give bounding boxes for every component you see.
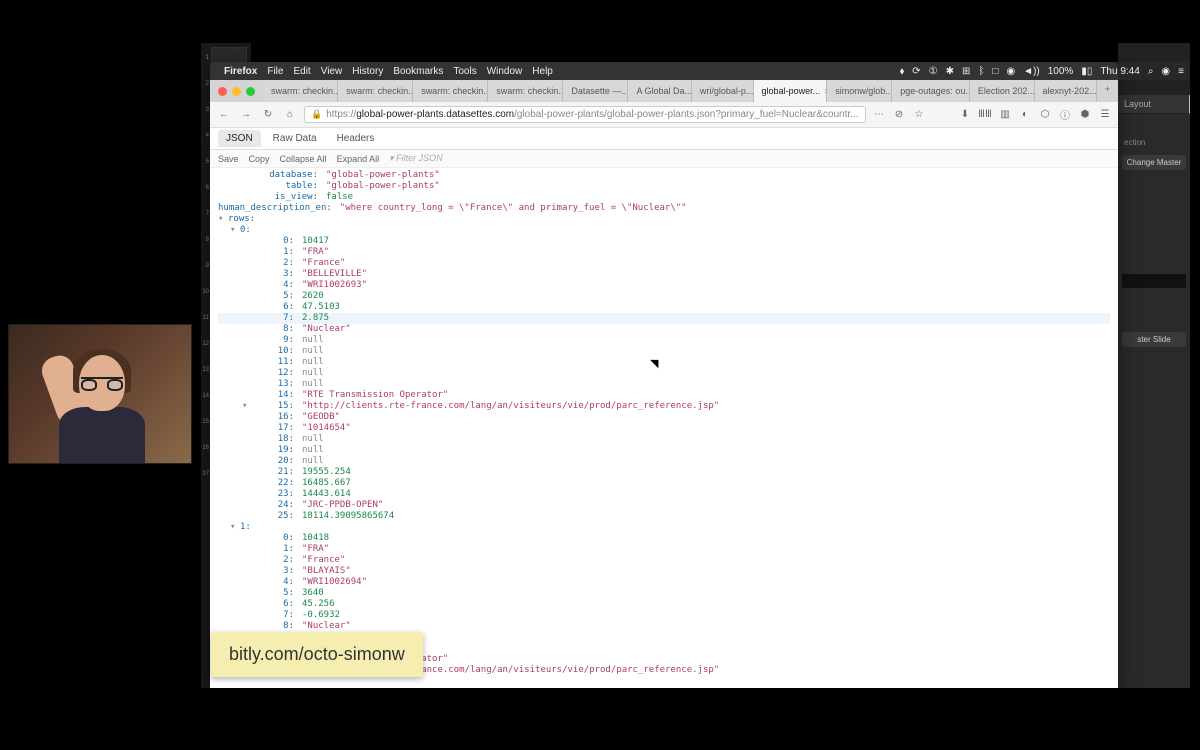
change-master-button[interactable]: Change Master [1122, 155, 1186, 170]
copy-action[interactable]: Copy [249, 154, 270, 164]
extension-icon[interactable]: ⓘ [1058, 107, 1072, 122]
grid-icon[interactable]: ⊞ [962, 66, 970, 77]
sidebar-icon[interactable]: ▥ [998, 109, 1012, 120]
browser-toolbar: ← → ↻ ⌂ 🔒 https://global-power-plants.da… [210, 102, 1118, 128]
menu-icon[interactable]: ☰ [1098, 109, 1112, 120]
presenter-silhouette [49, 345, 149, 464]
browser-tab[interactable]: alexnyt-202... [1035, 80, 1097, 102]
browser-tab[interactable]: pge-outages: ou... [892, 80, 970, 102]
list-icon[interactable]: ≡ [1178, 66, 1184, 77]
address-bar[interactable]: 🔒 https://global-power-plants.datasettes… [304, 106, 866, 123]
browser-tab-active[interactable]: global-power...× [754, 80, 828, 102]
battery-icon[interactable]: ▮▯ [1081, 66, 1092, 77]
keynote-inspector-panel: + Layout ection Change Master ster Slide [1118, 43, 1190, 688]
browser-tab[interactable]: simonw/glob... [827, 80, 892, 102]
wifi-icon[interactable]: ◉ [1006, 66, 1015, 77]
filter-json-input[interactable]: ▾ Filter JSON [389, 153, 443, 164]
menu-edit[interactable]: Edit [293, 66, 310, 77]
inspector-section-label: ection [1118, 134, 1190, 151]
reload-button[interactable]: ↻ [260, 109, 276, 120]
close-window-icon[interactable] [218, 87, 227, 96]
siri-icon[interactable]: ◉ [1161, 66, 1170, 77]
bookmark-star-icon[interactable]: ☆ [912, 109, 926, 120]
mouse-cursor-icon: ◥ [650, 357, 658, 370]
browser-tab[interactable]: swarm: checkin... [488, 80, 563, 102]
dropbox-icon[interactable]: ⬧ [900, 66, 905, 77]
browser-tab[interactable]: wri/global-p... [692, 80, 754, 102]
evernote-icon[interactable]: ✱ [946, 66, 954, 77]
sync-icon[interactable]: ⟳ [912, 66, 920, 77]
app-icon[interactable]: □ [992, 66, 998, 77]
menu-view[interactable]: View [321, 66, 343, 77]
json-tab[interactable]: JSON [218, 130, 261, 147]
app-name[interactable]: Firefox [224, 66, 257, 77]
macos-menubar: Firefox File Edit View History Bookmarks… [210, 62, 1190, 80]
collapse-all-action[interactable]: Collapse All [280, 154, 327, 164]
back-button[interactable]: ← [216, 109, 232, 120]
menu-window[interactable]: Window [487, 66, 523, 77]
battery-percent[interactable]: 100% [1048, 66, 1074, 77]
forward-button[interactable]: → [238, 109, 254, 120]
inspector-tab-layout[interactable]: Layout [1118, 95, 1190, 114]
minimize-window-icon[interactable] [232, 87, 241, 96]
json-viewer-actions: Save Copy Collapse All Expand All ▾ Filt… [210, 150, 1118, 168]
new-tab-button[interactable]: + [1097, 80, 1118, 102]
browser-tab[interactable]: Election 202... [970, 80, 1035, 102]
menu-history[interactable]: History [352, 66, 383, 77]
search-icon[interactable]: ⌕ [1148, 66, 1154, 77]
presenter-webcam [8, 324, 192, 464]
extension-icon[interactable]: ⬡ [1038, 109, 1052, 120]
save-action[interactable]: Save [218, 154, 239, 164]
volume-icon[interactable]: ◄)) [1023, 66, 1040, 77]
firefox-window: swarm: checkin... swarm: checkin... swar… [210, 62, 1118, 688]
page-actions-icon[interactable]: ⋯ [872, 109, 886, 120]
browser-tab[interactable]: Datasette —... [563, 80, 628, 102]
browser-tab[interactable]: swarm: checkin... [263, 80, 338, 102]
expand-all-action[interactable]: Expand All [337, 154, 380, 164]
json-viewer-tabs: JSON Raw Data Headers [210, 128, 1118, 150]
home-button[interactable]: ⌂ [282, 109, 298, 120]
downloads-icon[interactable]: ⬇ [958, 109, 972, 120]
browser-tab[interactable]: swarm: checkin... [413, 80, 488, 102]
raw-data-tab[interactable]: Raw Data [265, 130, 325, 147]
pocket-icon[interactable]: ⬢ [1078, 109, 1092, 120]
window-controls [210, 80, 263, 102]
clock-icon[interactable]: ① [929, 66, 938, 77]
json-tree-view[interactable]: database:"global-power-plants"table:"glo… [210, 168, 1118, 688]
bluetooth-icon[interactable]: ᛒ [978, 66, 984, 77]
menu-file[interactable]: File [267, 66, 283, 77]
browser-tab-bar: swarm: checkin... swarm: checkin... swar… [210, 80, 1118, 102]
lock-icon: 🔒 [311, 109, 322, 120]
headers-tab[interactable]: Headers [329, 130, 383, 147]
extension-icon[interactable]: ◐ [1018, 109, 1032, 120]
bitly-link-overlay: bitly.com/octo-simonw [211, 632, 423, 677]
browser-tab[interactable]: A Global Da... [628, 80, 691, 102]
menu-tools[interactable]: Tools [453, 66, 476, 77]
menu-bookmarks[interactable]: Bookmarks [393, 66, 443, 77]
clock-text[interactable]: Thu 9:44 [1100, 66, 1139, 77]
master-slide-button[interactable]: ster Slide [1122, 332, 1186, 347]
browser-tab[interactable]: swarm: checkin... [338, 80, 413, 102]
library-icon[interactable]: ⅢⅢ [978, 109, 992, 120]
maximize-window-icon[interactable] [246, 87, 255, 96]
menu-help[interactable]: Help [532, 66, 553, 77]
shield-icon[interactable]: ⊘ [892, 109, 906, 120]
